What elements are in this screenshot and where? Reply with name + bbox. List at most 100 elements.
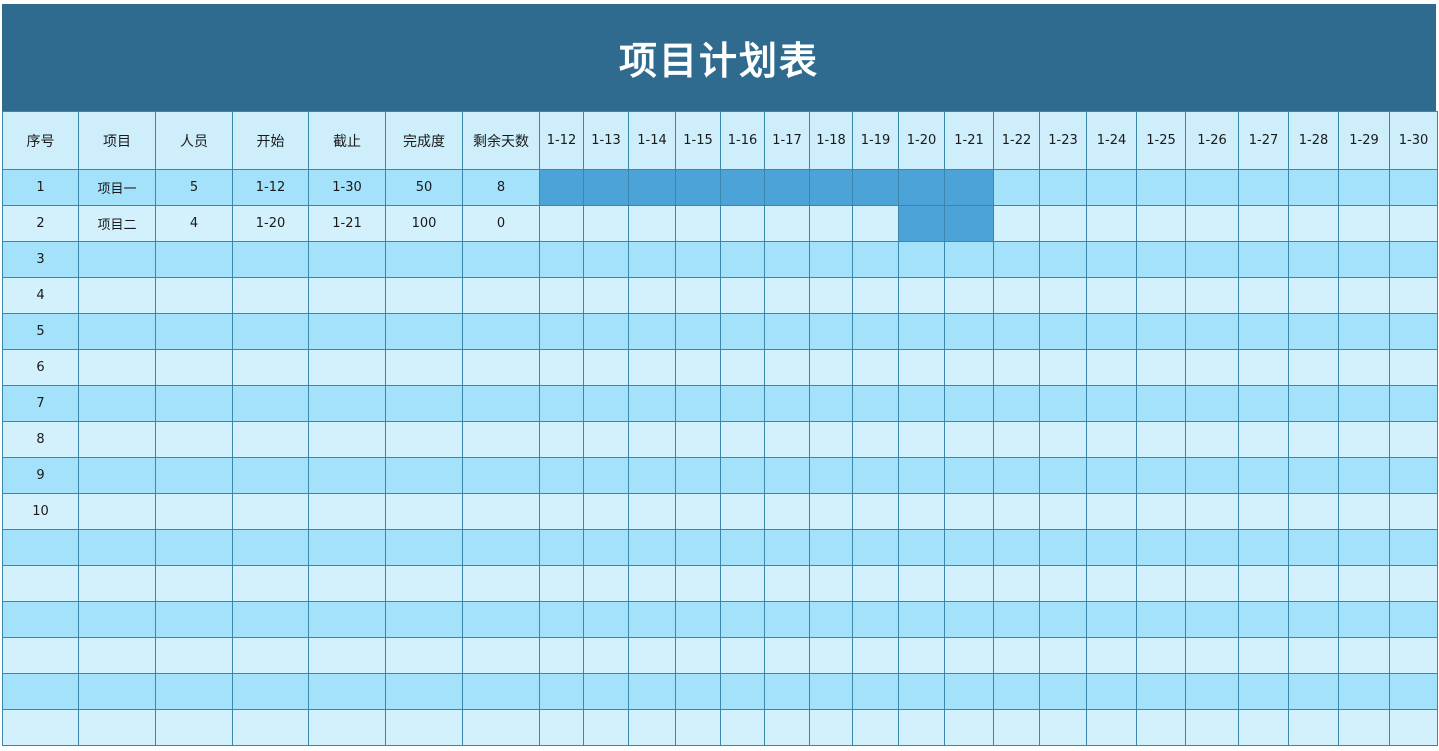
date-cell[interactable] xyxy=(944,349,994,386)
date-cell[interactable] xyxy=(1288,385,1339,422)
date-cell[interactable] xyxy=(583,385,629,422)
date-cell[interactable] xyxy=(1086,601,1137,638)
date-cell[interactable] xyxy=(1338,277,1390,314)
date-cell[interactable] xyxy=(1288,205,1339,242)
date-cell[interactable] xyxy=(809,421,853,458)
date-cell[interactable] xyxy=(628,313,676,350)
cell-no[interactable]: 2 xyxy=(2,205,79,242)
date-cell[interactable] xyxy=(539,457,584,494)
date-cell[interactable] xyxy=(583,529,629,566)
date-cell[interactable] xyxy=(720,457,765,494)
cell-people[interactable] xyxy=(155,565,233,602)
date-cell[interactable] xyxy=(1338,421,1390,458)
cell-remaining[interactable] xyxy=(462,637,540,674)
cell-no[interactable]: 9 xyxy=(2,457,79,494)
cell-no[interactable]: 5 xyxy=(2,313,79,350)
cell-start[interactable] xyxy=(232,601,309,638)
cell-progress[interactable] xyxy=(385,421,463,458)
cell-people[interactable] xyxy=(155,241,233,278)
date-cell[interactable] xyxy=(944,673,994,710)
date-cell[interactable] xyxy=(852,241,899,278)
date-cell[interactable] xyxy=(944,601,994,638)
date-cell[interactable] xyxy=(628,529,676,566)
gantt-bar-cell[interactable] xyxy=(809,169,853,206)
cell-project[interactable] xyxy=(78,349,156,386)
cell-start[interactable] xyxy=(232,349,309,386)
date-cell[interactable] xyxy=(1136,421,1186,458)
date-cell[interactable] xyxy=(852,349,899,386)
date-cell[interactable] xyxy=(539,241,584,278)
date-cell[interactable] xyxy=(1086,673,1137,710)
cell-project[interactable] xyxy=(78,529,156,566)
date-cell[interactable] xyxy=(628,277,676,314)
cell-remaining[interactable] xyxy=(462,709,540,746)
gantt-bar-cell[interactable] xyxy=(628,169,676,206)
date-cell[interactable] xyxy=(1238,457,1289,494)
date-header[interactable]: 1-20 xyxy=(898,111,945,170)
date-cell[interactable] xyxy=(1136,205,1186,242)
date-cell[interactable] xyxy=(852,313,899,350)
date-cell[interactable] xyxy=(1086,493,1137,530)
date-cell[interactable] xyxy=(1185,205,1239,242)
cell-remaining[interactable] xyxy=(462,601,540,638)
date-cell[interactable] xyxy=(539,205,584,242)
gantt-bar-cell[interactable] xyxy=(539,169,584,206)
cell-people[interactable] xyxy=(155,313,233,350)
cell-start[interactable] xyxy=(232,241,309,278)
date-header[interactable]: 1-21 xyxy=(944,111,994,170)
date-cell[interactable] xyxy=(1039,313,1087,350)
date-cell[interactable] xyxy=(1238,313,1289,350)
date-cell[interactable] xyxy=(852,673,899,710)
date-cell[interactable] xyxy=(809,673,853,710)
date-cell[interactable] xyxy=(993,277,1040,314)
date-cell[interactable] xyxy=(944,565,994,602)
cell-end[interactable] xyxy=(308,313,386,350)
date-cell[interactable] xyxy=(539,565,584,602)
date-cell[interactable] xyxy=(628,205,676,242)
cell-start[interactable] xyxy=(232,709,309,746)
date-cell[interactable] xyxy=(539,385,584,422)
cell-no[interactable] xyxy=(2,673,79,710)
gantt-bar-cell[interactable] xyxy=(675,169,721,206)
date-cell[interactable] xyxy=(809,313,853,350)
cell-no[interactable]: 3 xyxy=(2,241,79,278)
cell-no[interactable]: 1 xyxy=(2,169,79,206)
cell-remaining[interactable]: 0 xyxy=(462,205,540,242)
cell-no[interactable]: 10 xyxy=(2,493,79,530)
date-cell[interactable] xyxy=(852,493,899,530)
date-cell[interactable] xyxy=(583,457,629,494)
column-header[interactable]: 剩余天数 xyxy=(462,111,540,170)
date-cell[interactable] xyxy=(898,673,945,710)
cell-start[interactable] xyxy=(232,385,309,422)
cell-end[interactable] xyxy=(308,277,386,314)
date-cell[interactable] xyxy=(1389,169,1438,206)
date-cell[interactable] xyxy=(809,637,853,674)
date-cell[interactable] xyxy=(852,277,899,314)
date-cell[interactable] xyxy=(628,709,676,746)
date-cell[interactable] xyxy=(583,205,629,242)
date-cell[interactable] xyxy=(852,637,899,674)
date-cell[interactable] xyxy=(1039,457,1087,494)
date-cell[interactable] xyxy=(1288,277,1339,314)
cell-remaining[interactable] xyxy=(462,457,540,494)
cell-remaining[interactable] xyxy=(462,349,540,386)
date-cell[interactable] xyxy=(898,565,945,602)
gantt-bar-cell[interactable] xyxy=(944,169,994,206)
cell-project[interactable]: 项目一 xyxy=(78,169,156,206)
date-cell[interactable] xyxy=(1338,169,1390,206)
date-cell[interactable] xyxy=(675,709,721,746)
date-cell[interactable] xyxy=(720,493,765,530)
date-cell[interactable] xyxy=(1238,421,1289,458)
date-cell[interactable] xyxy=(764,385,810,422)
date-cell[interactable] xyxy=(675,421,721,458)
cell-remaining[interactable] xyxy=(462,241,540,278)
cell-progress[interactable] xyxy=(385,277,463,314)
date-cell[interactable] xyxy=(898,601,945,638)
date-cell[interactable] xyxy=(764,601,810,638)
date-cell[interactable] xyxy=(583,277,629,314)
cell-progress[interactable]: 100 xyxy=(385,205,463,242)
date-cell[interactable] xyxy=(764,205,810,242)
date-cell[interactable] xyxy=(898,421,945,458)
date-cell[interactable] xyxy=(852,205,899,242)
date-cell[interactable] xyxy=(720,313,765,350)
